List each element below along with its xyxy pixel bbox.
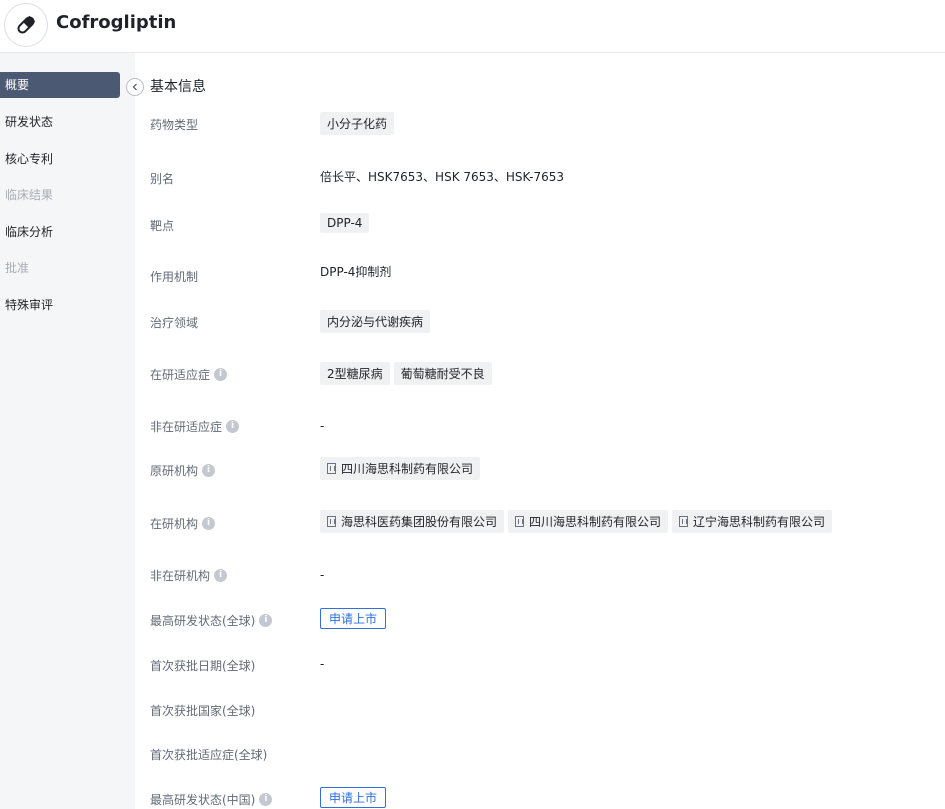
info-icon[interactable]: i — [226, 420, 240, 433]
alias-value: 倍长平、HSK7653、HSK 7653、HSK-7653 — [320, 170, 565, 184]
target-tag[interactable]: DPP-4 — [320, 213, 370, 233]
originator-value: 四川海思科制药有限公司 — [320, 457, 481, 480]
info-icon[interactable]: i — [214, 368, 228, 381]
sidebar-item-core-patent[interactable]: 核心专利 — [0, 146, 120, 172]
sidebar-item-dev-status[interactable]: 研发状态 — [0, 109, 120, 135]
building-icon — [679, 516, 689, 527]
active-org-label: 在研机构 i — [150, 515, 216, 532]
inactive-indication-label: 非在研适应症 i — [150, 418, 240, 435]
collapse-sidebar-button[interactable] — [126, 78, 144, 96]
highest-status-china-value: 申请上市 — [320, 787, 387, 808]
sidebar-item-overview[interactable]: 概要 — [0, 72, 120, 98]
active-org-value: 海思科医药集团股份有限公司 四川海思科制药有限公司 辽宁海思科制药有限公司 — [320, 510, 833, 533]
first-approval-date-value: - — [320, 657, 325, 671]
highest-status-global-value: 申请上市 — [320, 608, 387, 629]
originator-label: 原研机构 i — [150, 462, 216, 479]
status-badge: 申请上市 — [320, 608, 387, 629]
info-icon[interactable]: i — [259, 614, 273, 627]
drug-type-label: 药物类型 — [150, 118, 199, 132]
target-value: DPP-4 — [320, 213, 370, 233]
building-icon — [515, 516, 525, 527]
drug-type-tag: 小分子化药 — [320, 112, 395, 135]
page-title: Cofrogliptin — [56, 12, 177, 33]
mechanism-label: 作用机制 — [150, 270, 199, 284]
sidebar-item-approval: 批准 — [5, 261, 30, 275]
active-indication-label: 在研适应症 i — [150, 366, 228, 383]
org-tag[interactable]: 辽宁海思科制药有限公司 — [672, 510, 833, 533]
target-label: 靶点 — [150, 219, 175, 233]
org-tag[interactable]: 四川海思科制药有限公司 — [320, 457, 481, 480]
inactive-org-label: 非在研机构 i — [150, 567, 228, 584]
mechanism-value: DPP-4抑制剂 — [320, 265, 392, 279]
active-indication-value: 2型糖尿病 葡萄糖耐受不良 — [320, 362, 492, 385]
sidebar-item-clinical-results: 临床结果 — [5, 188, 54, 202]
alias-label: 别名 — [150, 172, 175, 186]
highest-status-china-label: 最高研发状态(中国) i — [150, 791, 273, 808]
therapeutic-area-tag[interactable]: 内分泌与代谢疾病 — [320, 310, 431, 333]
therapeutic-area-label: 治疗领域 — [150, 316, 199, 330]
first-approval-country-label: 首次获批国家(全球) — [150, 704, 256, 718]
org-tag[interactable]: 四川海思科制药有限公司 — [508, 510, 669, 533]
indication-tag[interactable]: 葡萄糖耐受不良 — [393, 362, 492, 385]
chevron-left-icon — [132, 83, 137, 91]
info-icon[interactable]: i — [259, 793, 273, 806]
app-header: Cofrogliptin — [0, 0, 945, 53]
sidebar-item-special-review[interactable]: 特殊审评 — [0, 292, 120, 318]
inactive-org-value: - — [320, 568, 325, 582]
status-badge: 申请上市 — [320, 787, 387, 808]
sidebar-item-clinical-analysis[interactable]: 临床分析 — [0, 219, 120, 245]
pill-icon — [4, 3, 48, 47]
sidebar: 概要 研发状态 核心专利 临床结果 临床分析 批准 特殊审评 — [0, 53, 135, 809]
org-tag[interactable]: 海思科医药集团股份有限公司 — [320, 510, 505, 533]
therapeutic-area-value: 内分泌与代谢疾病 — [320, 310, 431, 333]
first-approval-date-label: 首次获批日期(全球) — [150, 659, 256, 673]
info-icon[interactable]: i — [202, 517, 216, 530]
building-icon — [327, 463, 336, 474]
highest-status-global-label: 最高研发状态(全球) i — [150, 612, 273, 629]
building-icon — [327, 516, 336, 527]
indication-tag[interactable]: 2型糖尿病 — [320, 362, 390, 385]
info-icon[interactable]: i — [214, 569, 228, 582]
inactive-indication-value: - — [320, 419, 325, 433]
section-title: 基本信息 — [150, 79, 206, 95]
first-approval-indication-label: 首次获批适应症(全球) — [150, 748, 268, 762]
info-icon[interactable]: i — [202, 464, 216, 477]
drug-type-value: 小分子化药 — [320, 112, 395, 135]
